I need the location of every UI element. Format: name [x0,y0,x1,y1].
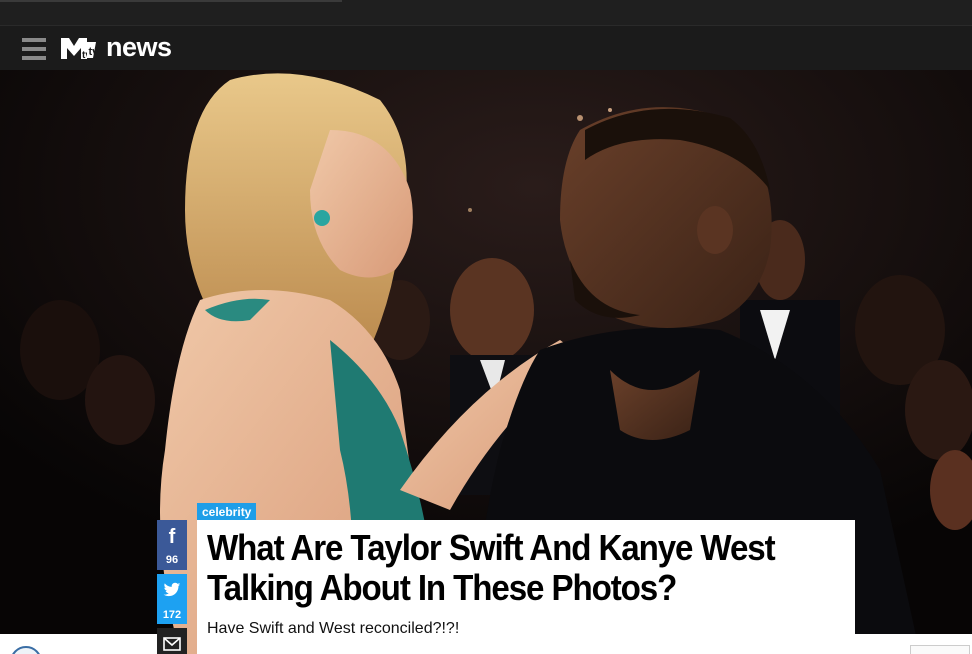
loading-bar [0,0,342,2]
twitter-share-count: 172 [162,609,182,621]
site-header: tv tv news [0,26,972,70]
mtv-logo[interactable]: tv tv [60,36,99,61]
email-share-button[interactable] [157,628,187,654]
article-headline[interactable]: What Are Taylor Swift And Kanye West Tal… [207,528,851,608]
category-tag[interactable]: celebrity [197,503,257,521]
email-icon [157,628,187,654]
twitter-icon [157,574,187,603]
share-bar: f 96 172 [157,520,187,654]
svg-text:tv: tv [89,46,99,58]
facebook-icon: f [168,526,176,548]
facebook-share-count: 96 [165,554,179,566]
hamburger-menu-icon[interactable] [22,38,46,60]
browser-top-strip [0,0,972,26]
twitter-share-button[interactable]: 172 [157,574,187,624]
facebook-share-button[interactable]: f 96 [157,520,187,570]
article-dek: Have Swift and West reconciled?!?! [207,620,460,637]
corner-widget[interactable] [910,645,970,654]
headline-card: What Are Taylor Swift And Kanye West Tal… [197,520,855,654]
brand-name[interactable]: news [106,32,172,63]
